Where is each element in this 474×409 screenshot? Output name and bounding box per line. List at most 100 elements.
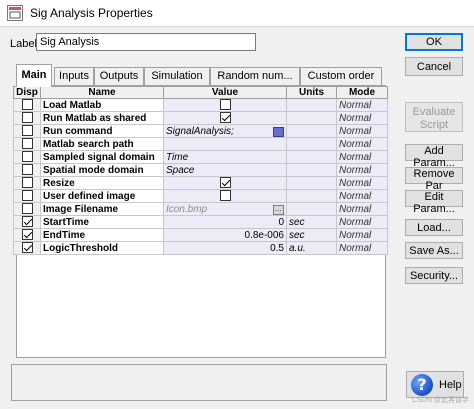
table-row[interactable]: Matlab search path Normal <box>13 137 388 151</box>
table-row[interactable]: LogicThreshold 0.5 a.u. Normal <box>13 241 388 255</box>
param-value[interactable]: Time <box>163 150 287 164</box>
table-row[interactable]: Spatial mode domain Space Normal <box>13 163 388 177</box>
save-as-button[interactable]: Save As... <box>405 242 463 259</box>
disp-cell[interactable] <box>13 189 41 203</box>
disp-checkbox[interactable] <box>21 112 33 124</box>
param-units[interactable]: sec <box>286 228 337 242</box>
param-mode[interactable]: Normal <box>336 241 388 255</box>
param-units[interactable] <box>286 124 337 138</box>
header-value[interactable]: Value <box>163 86 287 99</box>
tab-main[interactable]: Main <box>16 64 52 87</box>
disp-cell[interactable] <box>13 241 41 255</box>
browse-file-button[interactable]: ... <box>273 204 284 215</box>
disp-cell[interactable] <box>13 163 41 177</box>
tab-inputs[interactable]: Inputs <box>54 67 94 86</box>
table-row[interactable]: Sampled signal domain Time Normal <box>13 150 388 164</box>
tab-simulation[interactable]: Simulation <box>144 67 210 86</box>
tab-random-num[interactable]: Random num... <box>210 67 300 86</box>
param-mode[interactable]: Normal <box>336 228 388 242</box>
param-value[interactable]: Space <box>163 163 287 177</box>
value-checkbox[interactable] <box>219 177 231 189</box>
disp-checkbox[interactable] <box>21 229 33 241</box>
param-mode[interactable]: Normal <box>336 150 388 164</box>
header-units[interactable]: Units <box>286 86 337 99</box>
disp-checkbox[interactable] <box>21 216 33 228</box>
param-units[interactable] <box>286 176 337 190</box>
edit-param-button[interactable]: Edit Param... <box>405 190 463 215</box>
disp-cell[interactable] <box>13 215 41 229</box>
param-mode[interactable]: Normal <box>336 215 388 229</box>
help-button[interactable]: ? Help <box>406 371 464 398</box>
param-mode[interactable]: Normal <box>336 202 388 216</box>
param-mode[interactable]: Normal <box>336 176 388 190</box>
table-row[interactable]: Run command SignalAnalysis; Normal <box>13 124 388 138</box>
disp-checkbox[interactable] <box>21 190 33 202</box>
disp-cell[interactable] <box>13 150 41 164</box>
disp-checkbox[interactable] <box>21 138 33 150</box>
table-row[interactable]: EndTime 0.8e-006 sec Normal <box>13 228 388 242</box>
param-value[interactable] <box>163 189 287 203</box>
param-mode[interactable]: Normal <box>336 137 388 151</box>
remove-param-button[interactable]: Remove Par <box>405 167 463 192</box>
tab-outputs[interactable]: Outputs <box>94 67 144 86</box>
param-mode[interactable]: Normal <box>336 189 388 203</box>
disp-cell[interactable] <box>13 124 41 138</box>
param-mode[interactable]: Normal <box>336 163 388 177</box>
value-checkbox[interactable] <box>219 99 231 111</box>
cancel-button[interactable]: Cancel <box>405 57 463 76</box>
param-units[interactable] <box>286 137 337 151</box>
disp-cell[interactable] <box>13 202 41 216</box>
header-disp[interactable]: Disp <box>13 86 41 99</box>
param-value[interactable]: 0.8e-006 <box>163 228 287 242</box>
disp-cell[interactable] <box>13 228 41 242</box>
param-units[interactable]: sec <box>286 215 337 229</box>
disp-cell[interactable] <box>13 176 41 190</box>
load-button[interactable]: Load... <box>405 219 463 236</box>
evaluate-script-button[interactable]: Evaluate Script <box>405 102 463 132</box>
edit-value-button[interactable] <box>273 126 284 137</box>
disp-checkbox[interactable] <box>21 125 33 137</box>
disp-checkbox[interactable] <box>21 99 33 111</box>
disp-cell[interactable] <box>13 98 41 112</box>
disp-cell[interactable] <box>13 111 41 125</box>
param-value[interactable]: 0.5 <box>163 241 287 255</box>
param-value[interactable]: 0 <box>163 215 287 229</box>
tab-custom-order[interactable]: Custom order <box>300 67 382 86</box>
table-row[interactable]: Run Matlab as shared Normal <box>13 111 388 125</box>
disp-cell[interactable] <box>13 137 41 151</box>
ok-button[interactable]: OK <box>405 33 463 51</box>
param-units[interactable] <box>286 189 337 203</box>
value-checkbox[interactable] <box>219 112 231 124</box>
param-units[interactable] <box>286 98 337 112</box>
param-units[interactable]: a.u. <box>286 241 337 255</box>
param-mode[interactable]: Normal <box>336 98 388 112</box>
table-row[interactable]: Load Matlab Normal <box>13 98 388 112</box>
value-checkbox[interactable] <box>219 190 231 202</box>
table-row[interactable]: User defined image Normal <box>13 189 388 203</box>
disp-checkbox[interactable] <box>21 177 33 189</box>
param-value[interactable] <box>163 111 287 125</box>
param-units[interactable] <box>286 163 337 177</box>
table-row[interactable]: Resize Normal <box>13 176 388 190</box>
header-name[interactable]: Name <box>40 86 164 99</box>
table-row[interactable]: StartTime 0 sec Normal <box>13 215 388 229</box>
param-units[interactable] <box>286 202 337 216</box>
param-units[interactable] <box>286 111 337 125</box>
disp-checkbox[interactable] <box>21 151 33 163</box>
header-mode[interactable]: Mode <box>336 86 388 99</box>
param-value[interactable] <box>163 98 287 112</box>
table-row[interactable]: Image Filename ... Icon.bmp Normal <box>13 202 388 216</box>
param-units[interactable] <box>286 150 337 164</box>
param-value[interactable]: ... Icon.bmp <box>163 202 287 216</box>
param-value[interactable] <box>163 137 287 151</box>
param-mode[interactable]: Normal <box>336 124 388 138</box>
param-value[interactable]: SignalAnalysis; <box>163 124 287 138</box>
security-button[interactable]: Security... <box>405 267 463 284</box>
add-param-button[interactable]: Add Param... <box>405 144 463 169</box>
param-mode[interactable]: Normal <box>336 111 388 125</box>
label-input[interactable] <box>36 33 256 51</box>
disp-checkbox[interactable] <box>21 203 33 215</box>
disp-checkbox[interactable] <box>21 164 33 176</box>
disp-checkbox[interactable] <box>21 242 33 254</box>
param-value[interactable] <box>163 176 287 190</box>
